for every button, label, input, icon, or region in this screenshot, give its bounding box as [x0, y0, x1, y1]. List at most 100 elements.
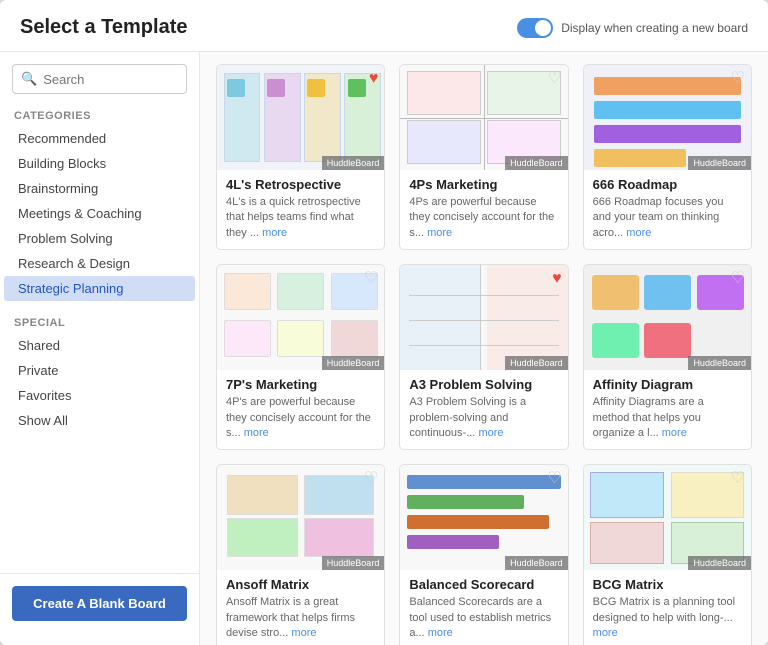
sidebar-item-show-all[interactable]: Show All — [4, 408, 195, 433]
card-desc-balanced: Balanced Scorecards are a tool used to e… — [409, 595, 558, 641]
more-link-affinity[interactable]: more — [662, 427, 687, 439]
card-thumb-bcg: ♡ HuddleBoard — [584, 465, 751, 570]
categories-label: CATEGORIES — [0, 104, 199, 126]
template-grid-container: ♥ HuddleBoard 4L's Retrospective 4L's is… — [200, 52, 768, 645]
card-title-666: 666 Roadmap — [593, 177, 742, 192]
search-icon: 🔍 — [21, 71, 37, 87]
card-desc-bcg: BCG Matrix is a planning tool designed t… — [593, 595, 742, 641]
modal-body: 🔍 CATEGORIES Recommended Building Blocks… — [0, 52, 768, 645]
more-link-7ps[interactable]: more — [244, 427, 269, 439]
template-card-ansoff[interactable]: ♡ HuddleBoard Ansoff Matrix Ansoff Matri… — [216, 464, 385, 645]
display-toggle[interactable] — [517, 18, 553, 38]
card-desc-7ps: 4P's are powerful because they concisely… — [226, 395, 375, 441]
more-link-a3[interactable]: more — [478, 427, 503, 439]
card-thumb-4ls: ♥ HuddleBoard — [217, 65, 384, 170]
card-thumb-666: ♡ HuddleBoard — [584, 65, 751, 170]
card-thumb-affinity: ♡ HuddleBoard — [584, 265, 751, 370]
template-card-4ps[interactable]: ♡ HuddleBoard 4Ps Marketing 4Ps are powe… — [399, 64, 568, 250]
huddle-badge-666: HuddleBoard — [688, 156, 751, 170]
card-body-4ls: 4L's Retrospective 4L's is a quick retro… — [217, 170, 384, 249]
card-thumb-4ps: ♡ HuddleBoard — [400, 65, 567, 170]
card-title-affinity: Affinity Diagram — [593, 377, 742, 392]
card-body-4ps: 4Ps Marketing 4Ps are powerful because t… — [400, 170, 567, 249]
favorite-button-666[interactable]: ♡ — [731, 71, 745, 87]
sidebar-footer: Create A Blank Board — [0, 573, 199, 633]
sidebar-item-problem-solving[interactable]: Problem Solving — [4, 226, 195, 251]
card-title-7ps: 7P's Marketing — [226, 377, 375, 392]
toggle-area: Display when creating a new board — [517, 18, 748, 38]
toggle-label: Display when creating a new board — [561, 21, 748, 35]
card-desc-affinity: Affinity Diagrams are a method that help… — [593, 395, 742, 441]
card-desc-666: 666 Roadmap focuses you and your team on… — [593, 195, 742, 241]
sidebar-item-favorites[interactable]: Favorites — [4, 383, 195, 408]
card-title-ansoff: Ansoff Matrix — [226, 577, 375, 592]
more-link-bcg[interactable]: more — [593, 627, 618, 639]
huddle-badge-bcg: HuddleBoard — [688, 556, 751, 570]
card-body-666: 666 Roadmap 666 Roadmap focuses you and … — [584, 170, 751, 249]
modal-header: Select a Template Display when creating … — [0, 0, 768, 52]
card-body-balanced: Balanced Scorecard Balanced Scorecards a… — [400, 570, 567, 645]
card-thumb-balanced: ♡ HuddleBoard — [400, 465, 567, 570]
card-desc-ansoff: Ansoff Matrix is a great framework that … — [226, 595, 375, 641]
card-title-4ps: 4Ps Marketing — [409, 177, 558, 192]
card-thumb-7ps: ♡ HuddleBoard — [217, 265, 384, 370]
card-body-a3: A3 Problem Solving A3 Problem Solving is… — [400, 370, 567, 449]
favorite-button-7ps[interactable]: ♡ — [364, 271, 378, 287]
card-thumb-a3: ♥ HuddleBoard — [400, 265, 567, 370]
more-link-ansoff[interactable]: more — [291, 627, 316, 639]
sidebar-item-building-blocks[interactable]: Building Blocks — [4, 151, 195, 176]
more-link-4ls[interactable]: more — [262, 227, 287, 239]
huddle-badge-7ps: HuddleBoard — [322, 356, 385, 370]
template-grid: ♥ HuddleBoard 4L's Retrospective 4L's is… — [216, 64, 752, 645]
huddle-badge-4ls: HuddleBoard — [322, 156, 385, 170]
search-input[interactable] — [43, 72, 178, 87]
favorite-button-4ps[interactable]: ♡ — [547, 71, 561, 87]
card-title-bcg: BCG Matrix — [593, 577, 742, 592]
card-body-bcg: BCG Matrix BCG Matrix is a planning tool… — [584, 570, 751, 645]
card-desc-4ps: 4Ps are powerful because they concisely … — [409, 195, 558, 241]
favorite-button-balanced[interactable]: ♡ — [547, 471, 561, 487]
card-body-ansoff: Ansoff Matrix Ansoff Matrix is a great f… — [217, 570, 384, 645]
modal-title: Select a Template — [20, 16, 187, 39]
sidebar-item-private[interactable]: Private — [4, 358, 195, 383]
template-card-bcg[interactable]: ♡ HuddleBoard BCG Matrix BCG Matrix is a… — [583, 464, 752, 645]
more-link-4ps[interactable]: more — [427, 227, 452, 239]
favorite-button-4ls[interactable]: ♥ — [369, 71, 379, 87]
card-body-7ps: 7P's Marketing 4P's are powerful because… — [217, 370, 384, 449]
card-title-a3: A3 Problem Solving — [409, 377, 558, 392]
sidebar-item-shared[interactable]: Shared — [4, 333, 195, 358]
huddle-badge-4ps: HuddleBoard — [505, 156, 568, 170]
card-title-balanced: Balanced Scorecard — [409, 577, 558, 592]
card-body-affinity: Affinity Diagram Affinity Diagrams are a… — [584, 370, 751, 449]
sidebar-item-strategic-planning[interactable]: Strategic Planning — [4, 276, 195, 301]
more-link-balanced[interactable]: more — [428, 627, 453, 639]
favorite-button-bcg[interactable]: ♡ — [731, 471, 745, 487]
sidebar-item-brainstorming[interactable]: Brainstorming — [4, 176, 195, 201]
card-desc-a3: A3 Problem Solving is a problem-solving … — [409, 395, 558, 441]
create-blank-button[interactable]: Create A Blank Board — [12, 586, 187, 621]
template-card-balanced[interactable]: ♡ HuddleBoard Balanced Scorecard Balance… — [399, 464, 568, 645]
favorite-button-a3[interactable]: ♥ — [552, 271, 562, 287]
template-card-4ls[interactable]: ♥ HuddleBoard 4L's Retrospective 4L's is… — [216, 64, 385, 250]
huddle-badge-affinity: HuddleBoard — [688, 356, 751, 370]
template-selector-modal: Select a Template Display when creating … — [0, 0, 768, 645]
favorite-button-ansoff[interactable]: ♡ — [364, 471, 378, 487]
card-thumb-ansoff: ♡ HuddleBoard — [217, 465, 384, 570]
card-title-4ls: 4L's Retrospective — [226, 177, 375, 192]
more-link-666[interactable]: more — [626, 227, 651, 239]
huddle-badge-a3: HuddleBoard — [505, 356, 568, 370]
template-card-666[interactable]: ♡ HuddleBoard 666 Roadmap 666 Roadmap fo… — [583, 64, 752, 250]
card-desc-4ls: 4L's is a quick retrospective that helps… — [226, 195, 375, 241]
search-box[interactable]: 🔍 — [12, 64, 187, 94]
huddle-badge-balanced: HuddleBoard — [505, 556, 568, 570]
sidebar-item-meetings-coaching[interactable]: Meetings & Coaching — [4, 201, 195, 226]
template-card-affinity[interactable]: ♡ HuddleBoard Affinity Diagram Affinity … — [583, 264, 752, 450]
favorite-button-affinity[interactable]: ♡ — [731, 271, 745, 287]
special-label: SPECIAL — [0, 311, 199, 333]
template-card-7ps[interactable]: ♡ HuddleBoard 7P's Marketing 4P's are po… — [216, 264, 385, 450]
template-card-a3[interactable]: ♥ HuddleBoard A3 Problem Solving A3 Prob… — [399, 264, 568, 450]
sidebar-item-recommended[interactable]: Recommended — [4, 126, 195, 151]
sidebar: 🔍 CATEGORIES Recommended Building Blocks… — [0, 52, 200, 645]
sidebar-item-research-design[interactable]: Research & Design — [4, 251, 195, 276]
huddle-badge-ansoff: HuddleBoard — [322, 556, 385, 570]
